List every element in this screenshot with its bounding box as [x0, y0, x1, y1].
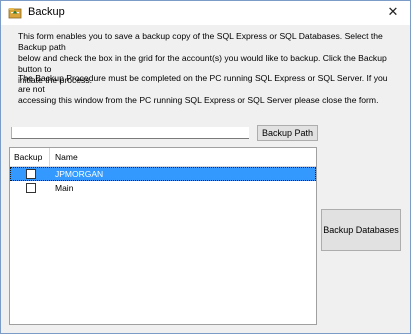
accounts-grid[interactable]: Backup Name JPMORGAN Main: [9, 147, 317, 325]
title-bar[interactable]: Backup ✕: [1, 1, 410, 25]
backup-checkbox[interactable]: [26, 183, 36, 193]
grid-header: Backup Name: [10, 148, 316, 167]
backup-databases-button-label: Backup Databases: [323, 225, 399, 235]
account-name: JPMORGAN: [55, 169, 104, 179]
column-header-backup[interactable]: Backup: [10, 148, 50, 166]
backup-path-input[interactable]: [11, 127, 249, 139]
column-header-name[interactable]: Name: [50, 148, 316, 166]
backup-checkbox[interactable]: [26, 169, 36, 179]
description-line: accessing this window from the PC runnin…: [18, 95, 379, 105]
backup-databases-button[interactable]: Backup Databases: [321, 209, 401, 251]
backup-path-button-label: Backup Path: [261, 128, 314, 138]
backup-app-icon: [8, 8, 22, 19]
description-line: This form enables you to save a backup c…: [18, 31, 383, 52]
account-name: Main: [55, 183, 74, 193]
backup-window: Backup ✕ This form enables you to save a…: [0, 0, 411, 334]
grid-row[interactable]: Main: [10, 181, 316, 195]
grid-row[interactable]: JPMORGAN: [10, 167, 316, 181]
description-line: The Backup Procedure must be completed o…: [18, 73, 388, 94]
window-title: Backup: [28, 6, 65, 18]
close-icon: ✕: [387, 5, 399, 20]
backup-path-button[interactable]: Backup Path: [257, 125, 318, 141]
description-line: below and check the box in the grid for …: [18, 53, 387, 74]
close-button[interactable]: ✕: [376, 1, 410, 25]
description-paragraph-2: The Backup Procedure must be completed o…: [18, 73, 398, 106]
